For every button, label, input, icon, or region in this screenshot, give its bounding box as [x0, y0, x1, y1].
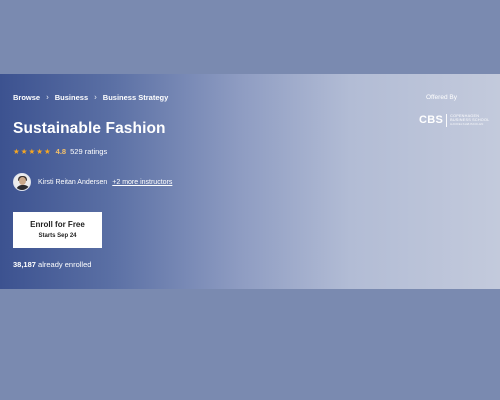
offered-by-label: Offered By [426, 94, 457, 101]
enroll-button[interactable]: Enroll for Free Starts Sep 24 [13, 212, 102, 248]
star-icon: ★ [43, 146, 51, 156]
enroll-start-date: Starts Sep 24 [38, 233, 77, 239]
logo-divider [446, 114, 448, 127]
breadcrumb-item-business-strategy[interactable]: Business Strategy [103, 93, 168, 102]
instructor-name[interactable]: Kirsti Reitan Andersen [38, 179, 107, 186]
star-icon: ★ [36, 146, 43, 156]
avatar[interactable] [13, 173, 31, 191]
more-instructors-link[interactable]: +2 more instructors [112, 179, 172, 186]
rating-value: 4.8 [55, 147, 67, 156]
enrolled-number: 38,187 [13, 260, 36, 269]
rating-stars: ★ ★ ★ ★ ★ [13, 146, 51, 156]
instructor-row: Kirsti Reitan Andersen +2 more instructo… [13, 173, 172, 191]
enroll-button-label: Enroll for Free [30, 220, 85, 229]
star-icon: ★ [20, 146, 28, 156]
breadcrumb: Browse › Business › Business Strategy [13, 92, 168, 103]
partner-wordmark: COPENHAGEN BUSINESS SCHOOL HANDELSHØJSKO… [450, 114, 489, 126]
breadcrumb-item-business[interactable]: Business [55, 93, 88, 102]
rating-count: 529 ratings [70, 147, 108, 156]
course-title: Sustainable Fashion [13, 120, 166, 137]
star-icon: ★ [28, 146, 36, 156]
partner-logo[interactable]: CBS COPENHAGEN BUSINESS SCHOOL HANDELSHØ… [419, 114, 489, 127]
rating-row: ★ ★ ★ ★ ★ 4.8 529 ratings [13, 147, 107, 156]
partner-wordmark-line3: HANDELSHØJSKOLEN [450, 121, 484, 126]
chevron-right-icon: › [46, 92, 49, 102]
enrolled-suffix: already enrolled [38, 260, 92, 269]
breadcrumb-item-browse[interactable]: Browse [13, 93, 40, 102]
star-icon: ★ [13, 146, 20, 156]
partner-logo-mark: CBS [419, 114, 444, 126]
chevron-right-icon: › [94, 92, 97, 102]
enrolled-count: 38,187 already enrolled [13, 260, 91, 269]
